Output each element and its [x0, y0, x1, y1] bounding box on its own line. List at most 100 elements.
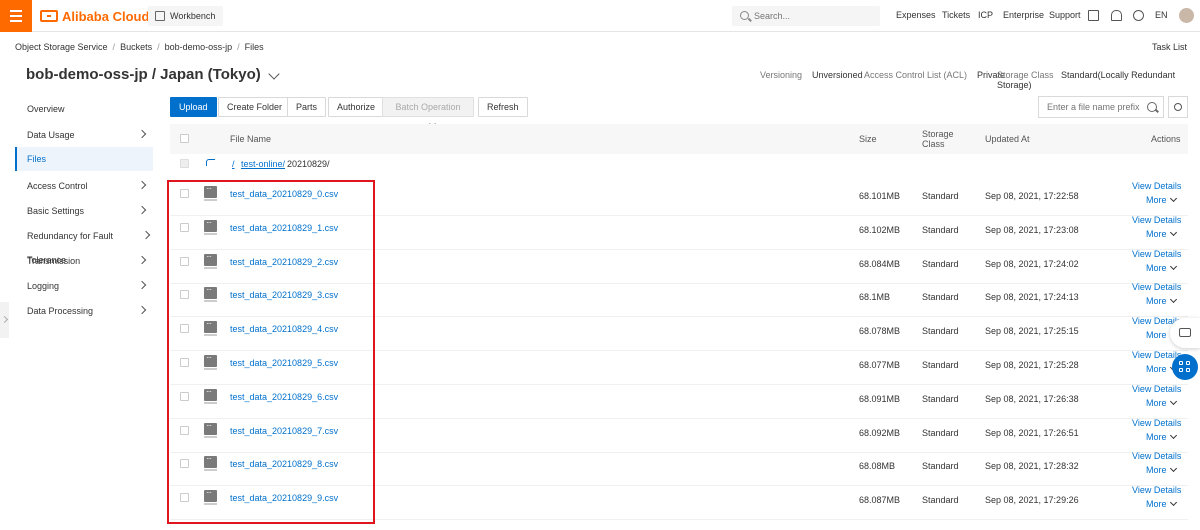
row-checkbox[interactable]	[180, 391, 189, 401]
file-name-link[interactable]: test_data_20210829_0.csv	[230, 189, 338, 199]
sidebar-item-redundancy[interactable]: Redundancy for Fault Tolerance	[15, 224, 153, 265]
workbench-button[interactable]: Workbench	[148, 6, 224, 26]
path-root-link[interactable]: /	[232, 159, 235, 169]
sidebar-item-basic-settings[interactable]: Basic Settings	[15, 199, 153, 223]
nav-support[interactable]: Support	[1049, 10, 1081, 20]
file-name-link[interactable]: test_data_20210829_2.csv	[230, 257, 338, 267]
table-row[interactable]: test_data_20210829_9.csv 68.087MB Standard…	[170, 485, 1188, 521]
refresh-button[interactable]: Refresh	[478, 97, 528, 117]
header-storage-class[interactable]: Storage Class	[922, 129, 956, 149]
view-details-link[interactable]: View Details	[1132, 249, 1181, 259]
more-dropdown[interactable]: More	[1146, 296, 1177, 307]
view-details-link[interactable]: View Details	[1132, 418, 1181, 428]
file-name-link[interactable]: test_data_20210829_7.csv	[230, 426, 338, 436]
sidebar-item-files[interactable]: Files	[15, 147, 153, 171]
parts-button[interactable]: Parts	[287, 97, 327, 117]
row-checkbox[interactable]	[180, 222, 189, 232]
sidebar-item-transmission[interactable]: Transmission	[15, 249, 153, 273]
help-icon[interactable]	[1133, 10, 1144, 21]
file-icon	[204, 454, 217, 472]
create-folder-button[interactable]: Create Folder	[218, 97, 292, 117]
table-row[interactable]: test_data_20210829_2.csv 68.084MB Standard…	[170, 249, 1188, 284]
search-icon[interactable]	[1147, 102, 1157, 112]
chevron-down-icon	[1169, 499, 1177, 507]
header-updated-at[interactable]: Updated At	[985, 134, 1030, 144]
table-row[interactable]: test_data_20210829_1.csv 68.102MB Standard…	[170, 215, 1188, 250]
nav-tickets[interactable]: Tickets	[942, 10, 970, 20]
file-name-link[interactable]: test_data_20210829_5.csv	[230, 358, 338, 368]
language-switch[interactable]: EN	[1155, 10, 1168, 20]
feedback-button[interactable]	[1170, 318, 1200, 348]
row-checkbox[interactable]	[180, 358, 189, 367]
file-name-link[interactable]: test_data_20210829_8.csv	[230, 459, 338, 469]
more-dropdown[interactable]: More	[1146, 262, 1177, 273]
table-row[interactable]: test_data_20210829_0.csv 68.101MB Standard…	[170, 181, 1188, 216]
row-checkbox[interactable]	[180, 290, 189, 300]
chevron-down-icon[interactable]	[268, 68, 280, 80]
header-size[interactable]: Size	[859, 134, 877, 144]
row-checkbox[interactable]	[180, 189, 189, 198]
breadcrumb-oss[interactable]: Object Storage Service	[15, 42, 108, 52]
brand-logo[interactable]: Alibaba Cloud	[40, 8, 149, 24]
settings-button[interactable]	[1168, 96, 1188, 118]
table-row[interactable]: test_data_20210829_7.csv 68.092MB Standard…	[170, 418, 1188, 453]
row-checkbox[interactable]	[180, 256, 189, 266]
table-row[interactable]: test_data_20210829_6.csv 68.091MB Standard…	[170, 384, 1188, 419]
file-name-link[interactable]: test_data_20210829_1.csv	[230, 223, 338, 233]
view-details-link[interactable]: View Details	[1132, 384, 1181, 394]
view-details-link[interactable]: View Details	[1132, 181, 1181, 191]
header-file-name[interactable]: File Name	[230, 134, 271, 144]
screen-icon[interactable]	[1088, 10, 1099, 21]
table-row[interactable]: test_data_20210829_5.csv 68.077MB Standard…	[170, 350, 1188, 385]
file-name-link[interactable]: test_data_20210829_4.csv	[230, 324, 338, 334]
global-search[interactable]	[732, 6, 880, 26]
row-checkbox[interactable]	[180, 493, 189, 503]
apps-button[interactable]	[1172, 354, 1198, 380]
nav-icp[interactable]: ICP	[978, 10, 993, 20]
table-header: File Name Size Storage Class Updated At …	[170, 124, 1188, 154]
task-list-link[interactable]: Task List	[1152, 42, 1187, 52]
more-dropdown[interactable]: More	[1146, 499, 1177, 509]
view-details-link[interactable]: View Details	[1132, 215, 1181, 225]
storage-class-label: Storage Class	[997, 70, 1054, 80]
breadcrumb-bucket[interactable]: bob-demo-oss-jp	[165, 42, 233, 52]
table-row[interactable]: test_data_20210829_8.csv 68.08MB Standard S…	[170, 451, 1188, 487]
row-checkbox[interactable]	[180, 425, 189, 435]
sidebar-item-logging[interactable]: Logging	[15, 274, 153, 298]
sidebar-item-access-control[interactable]: Access Control	[15, 174, 153, 198]
authorize-button[interactable]: Authorize	[328, 97, 385, 117]
hamburger-menu-icon[interactable]	[0, 0, 32, 32]
view-details-link[interactable]: View Details	[1132, 282, 1181, 292]
sidebar-item-data-usage[interactable]: Data Usage	[15, 123, 153, 147]
file-prefix-input[interactable]	[1047, 101, 1143, 113]
back-arrow-icon[interactable]	[206, 159, 215, 166]
upload-button[interactable]: Upload	[170, 97, 217, 117]
nav-enterprise[interactable]: Enterprise	[1003, 10, 1044, 20]
table-row[interactable]: test_data_20210829_3.csv 68.1MB Standard Se…	[170, 282, 1188, 318]
file-name-link[interactable]: test_data_20210829_6.csv	[230, 392, 338, 402]
table-row[interactable]: test_data_20210829_4.csv 68.078MB Standard…	[170, 316, 1188, 352]
sidebar-item-overview[interactable]: Overview	[15, 97, 153, 121]
row-checkbox[interactable]	[180, 324, 189, 334]
row-checkbox[interactable]	[180, 459, 189, 469]
breadcrumb-buckets[interactable]: Buckets	[120, 42, 152, 52]
file-search[interactable]	[1038, 96, 1164, 118]
more-dropdown[interactable]: More	[1146, 431, 1177, 442]
more-dropdown[interactable]: More	[1146, 194, 1177, 205]
more-dropdown[interactable]: More	[1146, 228, 1177, 239]
file-name-link[interactable]: test_data_20210829_3.csv	[230, 290, 338, 300]
bell-icon[interactable]	[1111, 10, 1122, 21]
nav-expenses[interactable]: Expenses	[896, 10, 936, 20]
file-name-link[interactable]: test_data_20210829_9.csv	[230, 493, 338, 503]
sidebar-item-data-processing[interactable]: Data Processing	[15, 299, 153, 323]
global-search-input[interactable]	[754, 9, 874, 23]
view-details-link[interactable]: View Details	[1132, 451, 1181, 461]
sidebar-collapse-handle[interactable]	[0, 302, 9, 338]
avatar[interactable]	[1179, 8, 1194, 23]
more-dropdown[interactable]: More	[1146, 465, 1177, 475]
view-details-link[interactable]: View Details	[1132, 485, 1181, 495]
more-dropdown[interactable]: More	[1146, 397, 1177, 408]
path-folder-link[interactable]: test-online/	[241, 159, 285, 169]
select-all-checkbox[interactable]	[180, 134, 189, 143]
more-label: More	[1146, 296, 1167, 307]
